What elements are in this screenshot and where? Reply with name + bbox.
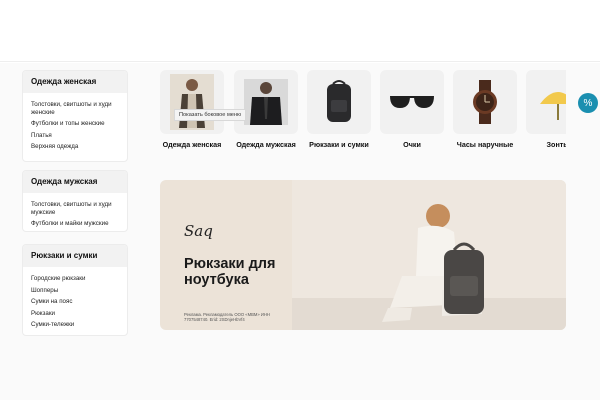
- sidebar-group-bags: Рюкзаки и сумки Городские рюкзаки Шоппер…: [22, 244, 128, 336]
- category-tile-glasses[interactable]: Очки: [380, 70, 444, 149]
- category-label: Очки: [403, 140, 421, 149]
- sidebar-link[interactable]: Сумки-тележки: [31, 321, 119, 329]
- umbrella-image: [526, 70, 566, 134]
- man-clothing-image: [234, 70, 298, 134]
- discount-badge-icon[interactable]: %: [578, 93, 598, 113]
- sidebar-link[interactable]: Верхняя одежда: [31, 143, 119, 151]
- sidebar-group-title[interactable]: Одежда мужская: [23, 171, 127, 193]
- sidebar-link[interactable]: Толстовки, свитшоты и худи мужские: [31, 201, 119, 216]
- backpack-image: [307, 70, 371, 134]
- sidebar-link[interactable]: Футболки и майки мужские: [31, 220, 119, 228]
- category-tile-bags[interactable]: Рюкзаки и сумки: [307, 70, 371, 149]
- sidebar-group-men: Одежда мужская Толстовки, свитшоты и худ…: [22, 170, 128, 232]
- sidebar-link[interactable]: Платья: [31, 132, 119, 140]
- woman-clothing-image: [160, 70, 224, 134]
- promo-banner[interactable]: Saq Рюкзаки для ноутбука Реклама. Реклам…: [160, 180, 566, 330]
- category-label: Рюкзаки и сумки: [309, 140, 369, 149]
- category-tile-watches[interactable]: Часы наручные: [453, 70, 517, 149]
- banner-photo: [292, 180, 566, 330]
- banner-legal-text: Реклама. Рекламодатель ООО «МВМ» ИНН 770…: [184, 312, 270, 322]
- brand-logo: Saq: [184, 222, 213, 240]
- sidebar-group-women: Одежда женская Толстовки, свитшоты и худ…: [22, 70, 128, 162]
- sidebar-toggle-tooltip: Показать боковое меню: [174, 109, 247, 121]
- sidebar-link[interactable]: Толстовки, свитшоты и худи женские: [31, 101, 119, 116]
- category-tile-umbrellas[interactable]: Зонты: [526, 70, 566, 149]
- category-label: Одежда мужская: [236, 140, 296, 149]
- sidebar-group-title[interactable]: Одежда женская: [23, 71, 127, 93]
- sidebar-link[interactable]: Шопперы: [31, 287, 119, 295]
- sunglasses-image: [380, 70, 444, 134]
- sidebar-link[interactable]: Футболки и топы женские: [31, 120, 119, 128]
- top-header: [0, 0, 600, 62]
- wristwatch-image: [453, 70, 517, 134]
- category-label: Одежда женская: [162, 140, 222, 149]
- sidebar-link[interactable]: Городские рюкзаки: [31, 275, 119, 283]
- sidebar-link[interactable]: Сумки на пояс: [31, 298, 119, 306]
- banner-headline: Рюкзаки для ноутбука: [184, 256, 276, 288]
- category-label: Зонты: [546, 140, 566, 149]
- sidebar-link[interactable]: Рюкзаки: [31, 310, 119, 318]
- sidebar-group-title[interactable]: Рюкзаки и сумки: [23, 245, 127, 267]
- category-label: Часы наручные: [456, 140, 514, 149]
